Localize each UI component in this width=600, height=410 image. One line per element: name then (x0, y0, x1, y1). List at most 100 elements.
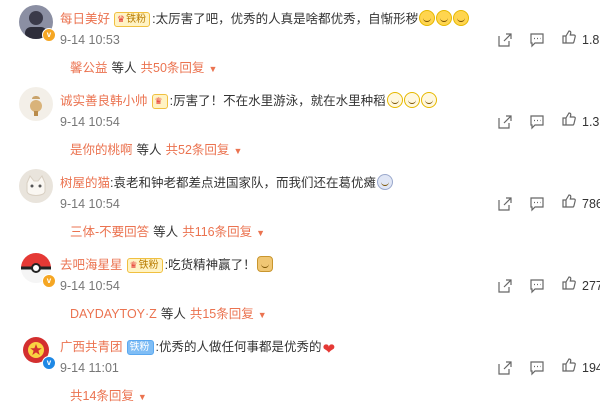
share-icon[interactable] (497, 114, 513, 130)
comment-time: 9-14 10:54 (60, 115, 120, 129)
thumbs-up-icon (561, 357, 577, 378)
comment-icon[interactable] (529, 278, 545, 294)
like-button[interactable]: 1.3 (561, 111, 599, 132)
reply-count: 共52条回复 (165, 143, 230, 157)
like-button[interactable]: 786 (561, 193, 600, 214)
reply-count-link[interactable]: 共15条回复 ▼ (190, 307, 267, 321)
comment-actions: 1.87 (497, 29, 600, 50)
comment-icon[interactable] (529, 114, 545, 130)
glasses-emoji-icon (420, 92, 437, 108)
username[interactable]: 诚实善良韩小帅 (60, 94, 148, 108)
comment-text: :袁老和钟老都差点进国家队，而我们还在葛优瘫 (110, 176, 376, 190)
comment-feed: v 每日美好 ♛铁粉:太厉害了吧，优秀的人真是啥都优秀，自惭形秽 9-14 10:… (0, 0, 600, 407)
laugh-cry-emoji-icon (453, 10, 470, 26)
fan-badge-label: 铁粉 (126, 14, 147, 25)
laugh-cry-emoji-icon (436, 10, 453, 26)
chevron-down-icon: ▼ (257, 310, 267, 320)
crown-icon: ♛ (117, 14, 126, 24)
fan-badge: ♛铁粉 (114, 12, 151, 27)
avatar[interactable] (19, 169, 53, 203)
comment-item: v 广西共青团 铁粉:优秀的人做任何事都是优秀的❤ 9-14 11:01 194 … (0, 328, 600, 410)
like-button[interactable]: 1.87 (561, 29, 600, 50)
verified-badge-icon: v (42, 356, 56, 370)
comment-item: v 去吧海星星 ♛铁粉:吃货精神赢了！ 9-14 10:54 277 DAYDAY… (0, 246, 600, 328)
comment-time: 9-14 10:54 (60, 279, 120, 293)
comment-icon[interactable] (529, 32, 545, 48)
comment-actions: 277 (497, 275, 600, 296)
reply-etc: 等人 (153, 225, 179, 239)
like-count: 1.3 (582, 114, 600, 129)
crown-icon: ♛ (154, 96, 163, 106)
comment-actions: 1.3 (497, 111, 599, 132)
comment-text: :厉害了！不在水里游泳，就在水里种稻 (169, 94, 386, 108)
fan-badge: ♛ (151, 94, 168, 109)
comment-time: 9-14 10:54 (60, 197, 120, 211)
reply-count: 共15条回复 (189, 307, 254, 321)
comment-item: 树屋的猫:袁老和钟老都差点进国家队，而我们还在葛优瘫 9-14 10:54 78… (0, 164, 600, 246)
comment-item: v 每日美好 ♛铁粉:太厉害了吧，优秀的人真是啥都优秀，自惭形秽 9-14 10:… (0, 0, 600, 82)
thumbs-up-icon (561, 275, 577, 296)
reply-count: 共50条回复 (140, 61, 205, 75)
like-button[interactable]: 194 (561, 357, 600, 378)
fan-badge-label: 铁粉 (129, 342, 150, 353)
reply-summary[interactable]: 馨公益 等人 共50条回复 ▼ (70, 57, 217, 76)
comment-actions: 786 (497, 193, 600, 214)
thumbs-up-icon (561, 111, 577, 132)
comment-time: 9-14 11:01 (60, 361, 119, 375)
reply-username[interactable]: 是你的桃啊 (70, 143, 133, 157)
reply-summary[interactable]: 共14条回复 ▼ (70, 385, 147, 404)
username[interactable]: 树屋的猫 (60, 176, 110, 190)
reply-count-link[interactable]: 共116条回复 ▼ (182, 225, 265, 239)
comment-item: 诚实善良韩小帅 ♛ :厉害了！不在水里游泳，就在水里种稻 9-14 10:54 1.… (0, 82, 600, 164)
share-icon[interactable] (497, 360, 513, 376)
glasses-emoji-icon (403, 92, 420, 108)
like-count: 786 (582, 196, 600, 211)
share-icon[interactable] (497, 278, 513, 294)
share-icon[interactable] (497, 32, 513, 48)
chevron-down-icon: ▼ (233, 146, 243, 156)
like-count: 277 (582, 278, 600, 293)
chevron-down-icon: ▼ (208, 64, 218, 74)
username[interactable]: 广西共青团 (60, 340, 123, 354)
comment-text: :优秀的人做任何事都是优秀的 (155, 340, 322, 354)
reply-etc: 等人 (136, 143, 162, 157)
comment-time: 9-14 10:53 (60, 33, 120, 47)
username[interactable]: 去吧海星星 (60, 258, 123, 272)
reply-count-link[interactable]: 共50条回复 ▼ (141, 61, 218, 75)
reply-count: 共116条回复 (182, 225, 253, 239)
reply-count-link[interactable]: 共52条回复 ▼ (166, 143, 243, 157)
reply-etc: 等人 (160, 307, 186, 321)
like-count: 194 (582, 360, 600, 375)
thumbs-up-icon (561, 193, 577, 214)
reply-username[interactable]: 馨公益 (70, 61, 108, 75)
glasses-emoji-icon (386, 92, 403, 108)
reply-etc: 等人 (111, 61, 137, 75)
fan-badge-label: 铁粉 (138, 260, 159, 271)
comment-icon[interactable] (529, 196, 545, 212)
comment-actions: 194 (497, 357, 600, 378)
crown-icon: ♛ (129, 260, 138, 270)
fan-badge: ♛铁粉 (126, 258, 163, 273)
reply-username[interactable]: DAYDAYTOY·Z (70, 307, 157, 321)
username[interactable]: 每日美好 (60, 12, 110, 26)
like-button[interactable]: 277 (561, 275, 600, 296)
share-icon[interactable] (497, 196, 513, 212)
verified-badge-icon: v (42, 28, 56, 42)
comment-text: :吃货精神赢了！ (164, 258, 256, 272)
thumbs-up-icon (561, 29, 577, 50)
sticker-emoji-icon (377, 174, 393, 190)
comment-icon[interactable] (529, 360, 545, 376)
reply-username[interactable]: 三体-不要回答 (70, 225, 149, 239)
reply-count-link[interactable]: 共14条回复 ▼ (70, 389, 147, 403)
avatar[interactable] (19, 87, 53, 121)
fan-badge: 铁粉 (126, 340, 154, 355)
doge-emoji-icon (256, 256, 273, 272)
verified-badge-icon: v (42, 274, 56, 288)
laugh-cry-emoji-icon (419, 10, 436, 26)
chevron-down-icon: ▼ (137, 392, 147, 402)
reply-summary[interactable]: DAYDAYTOY·Z 等人 共15条回复 ▼ (70, 303, 267, 322)
reply-summary[interactable]: 三体-不要回答 等人 共116条回复 ▼ (70, 221, 265, 240)
like-count: 1.87 (582, 32, 600, 47)
reply-summary[interactable]: 是你的桃啊 等人 共52条回复 ▼ (70, 139, 242, 158)
heart-icon: ❤ (322, 341, 336, 358)
